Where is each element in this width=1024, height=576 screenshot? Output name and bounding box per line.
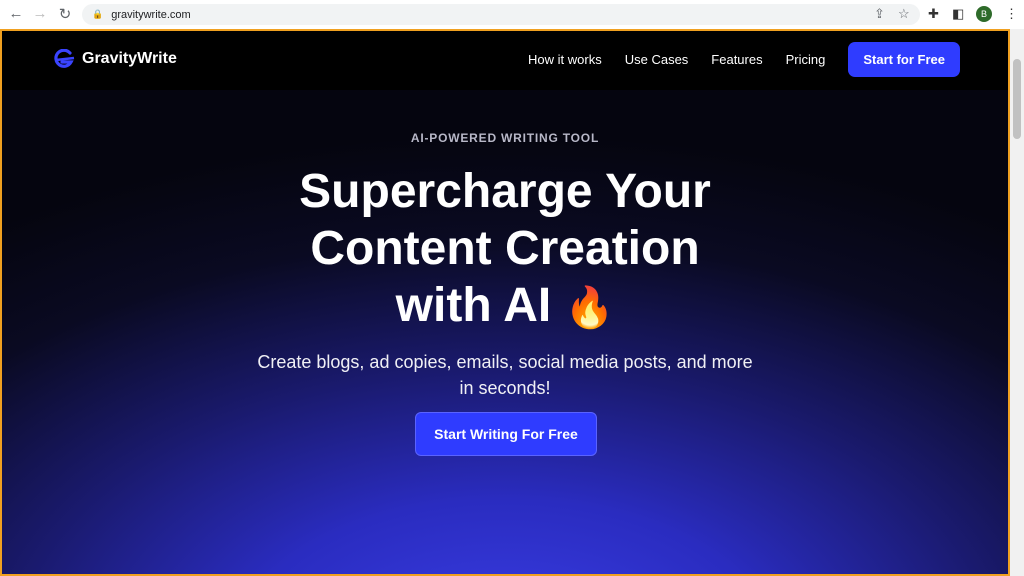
nav-features[interactable]: Features [711, 52, 762, 67]
nav-use-cases[interactable]: Use Cases [625, 52, 689, 67]
menu-icon[interactable]: ⋮ [1005, 6, 1018, 22]
scrollbar-thumb[interactable] [1013, 59, 1021, 139]
url-text: gravitywrite.com [111, 8, 191, 21]
gravitywrite-logo-icon [54, 49, 75, 68]
scrollbar[interactable] [1010, 29, 1024, 576]
brand-name: GravityWrite [82, 50, 177, 67]
title-line-3: with AI [395, 279, 552, 332]
reload-icon[interactable]: ↻ [55, 5, 75, 23]
nav-how-it-works[interactable]: How it works [528, 52, 602, 67]
logo[interactable]: GravityWrite [52, 49, 177, 69]
browser-toolbar: ← → ↻ 🔒 gravitywrite.com ⇪ ☆ ✚ ◧ B ⋮ [0, 0, 1024, 29]
avatar[interactable]: B [976, 6, 992, 22]
title-line-2: Content Creation [310, 222, 700, 275]
hero-title: Supercharge Your Content Creation with A… [2, 163, 1008, 337]
start-writing-button[interactable]: Start Writing For Free [415, 412, 597, 456]
star-icon[interactable]: ☆ [898, 6, 910, 22]
back-icon[interactable]: ← [6, 5, 26, 22]
lock-icon: 🔒 [92, 9, 104, 19]
title-line-1: Supercharge Your [299, 165, 711, 218]
extensions-icon[interactable]: ✚ [928, 6, 939, 22]
share-icon[interactable]: ⇪ [874, 6, 885, 22]
forward-icon[interactable]: → [30, 5, 50, 22]
hero-eyebrow: AI-POWERED WRITING TOOL [410, 131, 600, 145]
side-panel-icon[interactable]: ◧ [952, 6, 964, 22]
site-header: GravityWrite How it works Use Cases Feat… [2, 31, 1008, 90]
web-page: GravityWrite How it works Use Cases Feat… [0, 29, 1010, 576]
nav-pricing[interactable]: Pricing [786, 52, 826, 67]
start-for-free-button[interactable]: Start for Free [848, 42, 960, 77]
fire-icon: 🔥 [564, 286, 615, 330]
hero-subtitle: Create blogs, ad copies, emails, social … [257, 352, 753, 398]
address-bar[interactable]: 🔒 gravitywrite.com [82, 4, 920, 25]
